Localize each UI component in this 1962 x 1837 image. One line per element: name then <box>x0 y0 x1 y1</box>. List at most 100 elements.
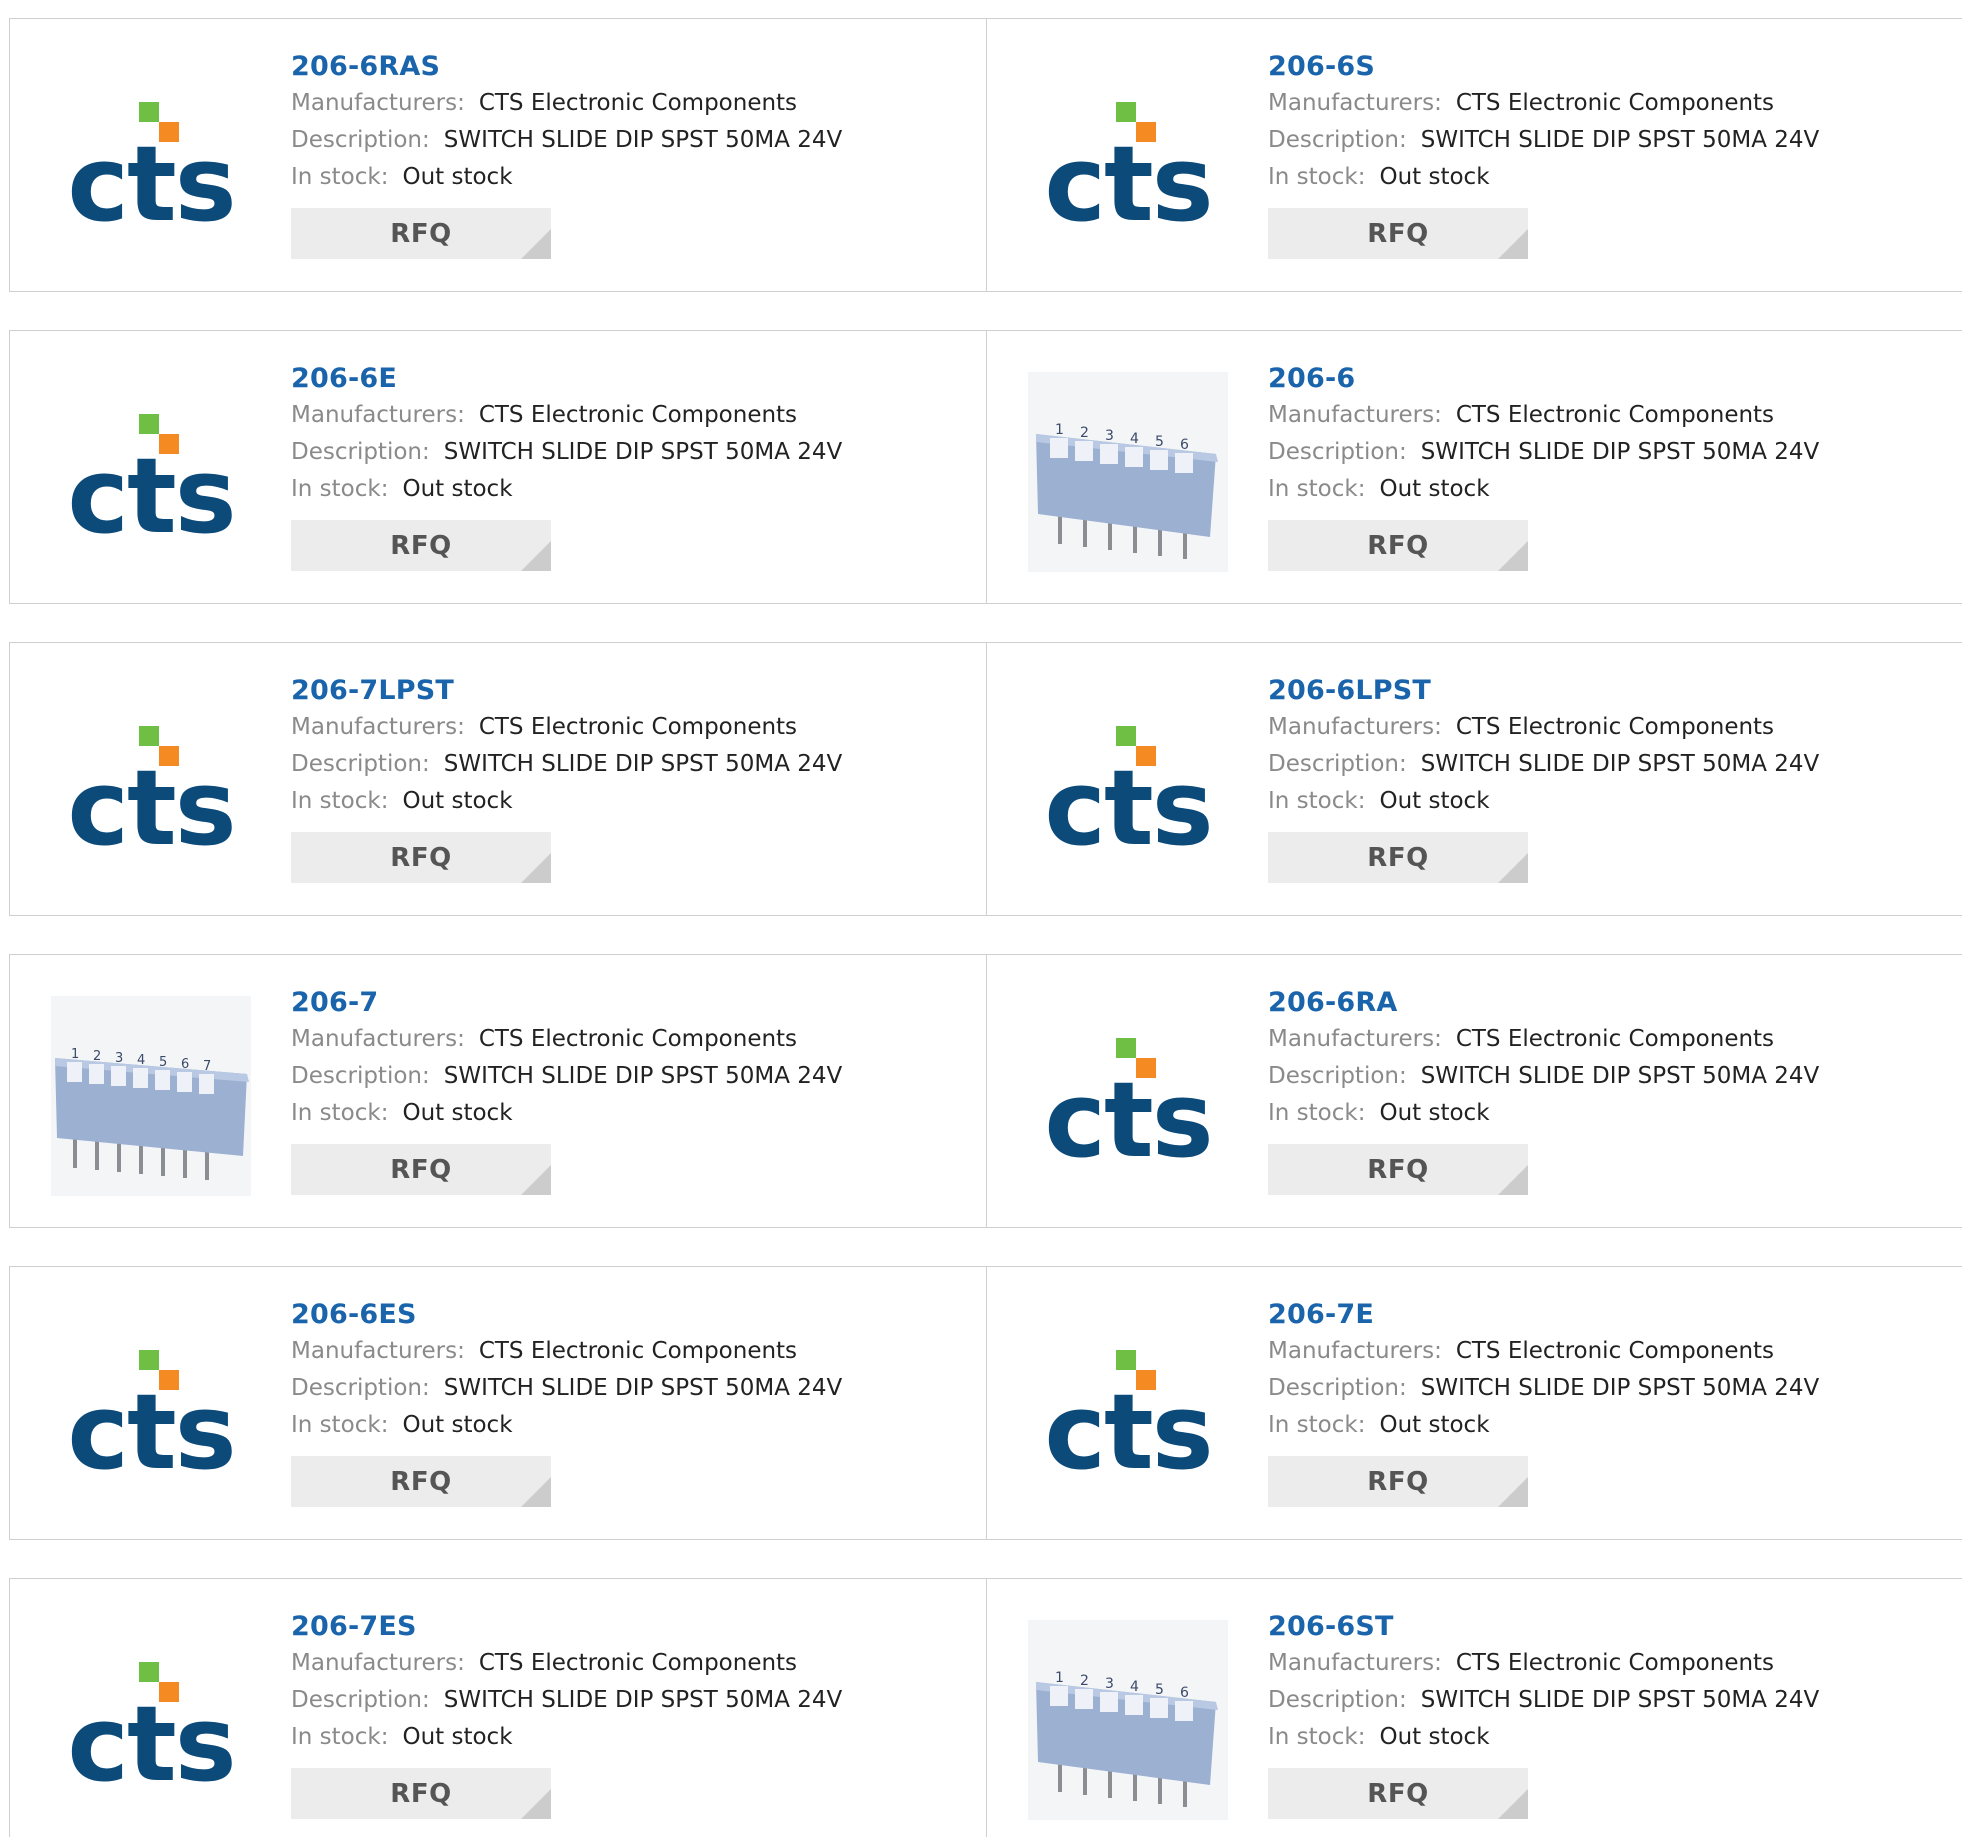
part-number-link[interactable]: 206-6RA <box>1268 985 1819 1021</box>
stock-value: Out stock <box>402 1412 513 1438</box>
svg-text:cts: cts <box>67 747 234 869</box>
svg-text:3: 3 <box>1105 1676 1114 1692</box>
manufacturer-line: Manufacturers: CTS Electronic Components <box>1268 1333 1819 1370</box>
rfq-button[interactable]: RFQ <box>1268 208 1528 259</box>
svg-text:6: 6 <box>1180 437 1189 453</box>
part-number-link[interactable]: 206-6LPST <box>1268 673 1819 709</box>
product-card: cts 206-7LPST Manufacturers: CTS Electron… <box>10 643 986 915</box>
product-card: cts 206-6S Manufacturers: CTS Electronic … <box>986 19 1962 291</box>
in-stock-label: In stock: <box>291 1100 389 1126</box>
svg-text:6: 6 <box>1180 1685 1189 1701</box>
svg-text:4: 4 <box>1130 431 1139 447</box>
svg-text:3: 3 <box>115 1051 123 1066</box>
manufacturers-label: Manufacturers: <box>1268 714 1442 740</box>
stock-line: In stock: Out stock <box>1268 1095 1819 1132</box>
cts-logo[interactable]: cts <box>51 60 251 260</box>
description-value: SWITCH SLIDE DIP SPST 50MA 24V <box>443 439 843 465</box>
rfq-label: RFQ <box>390 530 452 561</box>
description-line: Description: SWITCH SLIDE DIP SPST 50MA 2… <box>1268 122 1819 159</box>
description-value: SWITCH SLIDE DIP SPST 50MA 24V <box>443 1687 843 1713</box>
stock-line: In stock: Out stock <box>291 1095 842 1132</box>
description-line: Description: SWITCH SLIDE DIP SPST 50MA 2… <box>291 746 842 783</box>
part-number-link[interactable]: 206-7 <box>291 985 842 1021</box>
rfq-button[interactable]: RFQ <box>291 1144 551 1195</box>
svg-text:5: 5 <box>1155 434 1164 450</box>
dip-switch-image[interactable]: 1234567 <box>51 996 251 1196</box>
in-stock-label: In stock: <box>291 476 389 502</box>
corner-triangle-icon <box>521 1477 551 1507</box>
rfq-button[interactable]: RFQ <box>291 1768 551 1819</box>
description-line: Description: SWITCH SLIDE DIP SPST 50MA 2… <box>1268 1682 1819 1719</box>
product-grid: cts 206-6RAS Manufacturers: CTS Electroni… <box>9 18 1962 1837</box>
rfq-button[interactable]: RFQ <box>291 520 551 571</box>
cts-logo[interactable]: cts <box>51 372 251 572</box>
svg-text:4: 4 <box>137 1053 145 1068</box>
part-number-link[interactable]: 206-6 <box>1268 361 1819 397</box>
svg-text:4: 4 <box>1130 1679 1139 1695</box>
stock-line: In stock: Out stock <box>1268 1407 1819 1444</box>
in-stock-label: In stock: <box>1268 1412 1366 1438</box>
part-number-link[interactable]: 206-6S <box>1268 49 1819 85</box>
cts-logo[interactable]: cts <box>51 1620 251 1820</box>
cts-logo[interactable]: cts <box>1028 684 1228 884</box>
stock-value: Out stock <box>402 476 513 502</box>
product-row: cts 206-7ES Manufacturers: CTS Electronic… <box>9 1578 1962 1837</box>
description-label: Description: <box>291 439 430 465</box>
description-line: Description: SWITCH SLIDE DIP SPST 50MA 2… <box>291 434 842 471</box>
manufacturer-value: CTS Electronic Components <box>478 402 798 428</box>
part-number-link[interactable]: 206-6ES <box>291 1297 842 1333</box>
product-row: cts 206-7LPST Manufacturers: CTS Electron… <box>9 642 1962 916</box>
corner-triangle-icon <box>521 229 551 259</box>
stock-value: Out stock <box>1379 788 1490 814</box>
cts-logo[interactable]: cts <box>51 1308 251 1508</box>
cts-logo[interactable]: cts <box>1028 996 1228 1196</box>
rfq-button[interactable]: RFQ <box>291 832 551 883</box>
manufacturer-value: CTS Electronic Components <box>478 1026 798 1052</box>
manufacturers-label: Manufacturers: <box>291 714 465 740</box>
cts-logo[interactable]: cts <box>1028 60 1228 260</box>
dip-switch-image[interactable]: 123456 <box>1028 1620 1228 1820</box>
manufacturer-line: Manufacturers: CTS Electronic Components <box>1268 85 1819 122</box>
svg-text:cts: cts <box>67 1371 234 1493</box>
rfq-label: RFQ <box>1367 1778 1429 1809</box>
product-card: cts 206-6E Manufacturers: CTS Electronic … <box>10 331 986 603</box>
manufacturer-value: CTS Electronic Components <box>1455 1650 1775 1676</box>
stock-line: In stock: Out stock <box>291 159 842 196</box>
part-number-link[interactable]: 206-7ES <box>291 1609 842 1645</box>
stock-line: In stock: Out stock <box>291 1719 842 1756</box>
part-number-link[interactable]: 206-7LPST <box>291 673 842 709</box>
manufacturer-line: Manufacturers: CTS Electronic Components <box>1268 709 1819 746</box>
product-card: cts 206-7ES Manufacturers: CTS Electronic… <box>10 1579 986 1837</box>
svg-text:5: 5 <box>159 1055 167 1070</box>
stock-value: Out stock <box>402 788 513 814</box>
manufacturer-line: Manufacturers: CTS Electronic Components <box>291 397 842 434</box>
rfq-button[interactable]: RFQ <box>1268 1144 1528 1195</box>
manufacturer-line: Manufacturers: CTS Electronic Components <box>1268 1021 1819 1058</box>
stock-line: In stock: Out stock <box>1268 783 1819 820</box>
dip-switch-image[interactable]: 123456 <box>1028 372 1228 572</box>
description-label: Description: <box>291 1375 430 1401</box>
svg-text:cts: cts <box>67 435 234 557</box>
part-number-link[interactable]: 206-6ST <box>1268 1609 1819 1645</box>
stock-value: Out stock <box>1379 1724 1490 1750</box>
cts-logo[interactable]: cts <box>1028 1308 1228 1508</box>
product-card: 123456 206-6 Manufacturers: CTS Electroni… <box>986 331 1962 603</box>
corner-triangle-icon <box>1498 1165 1528 1195</box>
rfq-button[interactable]: RFQ <box>291 1456 551 1507</box>
description-line: Description: SWITCH SLIDE DIP SPST 50MA 2… <box>1268 746 1819 783</box>
stock-value: Out stock <box>402 164 513 190</box>
manufacturer-value: CTS Electronic Components <box>1455 1338 1775 1364</box>
rfq-button[interactable]: RFQ <box>1268 520 1528 571</box>
rfq-label: RFQ <box>390 1466 452 1497</box>
part-number-link[interactable]: 206-6RAS <box>291 49 842 85</box>
rfq-button[interactable]: RFQ <box>1268 1768 1528 1819</box>
product-card: cts 206-6ES Manufacturers: CTS Electronic… <box>10 1267 986 1539</box>
corner-triangle-icon <box>1498 1477 1528 1507</box>
cts-logo[interactable]: cts <box>51 684 251 884</box>
rfq-button[interactable]: RFQ <box>291 208 551 259</box>
rfq-button[interactable]: RFQ <box>1268 832 1528 883</box>
corner-triangle-icon <box>1498 1789 1528 1819</box>
rfq-button[interactable]: RFQ <box>1268 1456 1528 1507</box>
part-number-link[interactable]: 206-7E <box>1268 1297 1819 1333</box>
part-number-link[interactable]: 206-6E <box>291 361 842 397</box>
